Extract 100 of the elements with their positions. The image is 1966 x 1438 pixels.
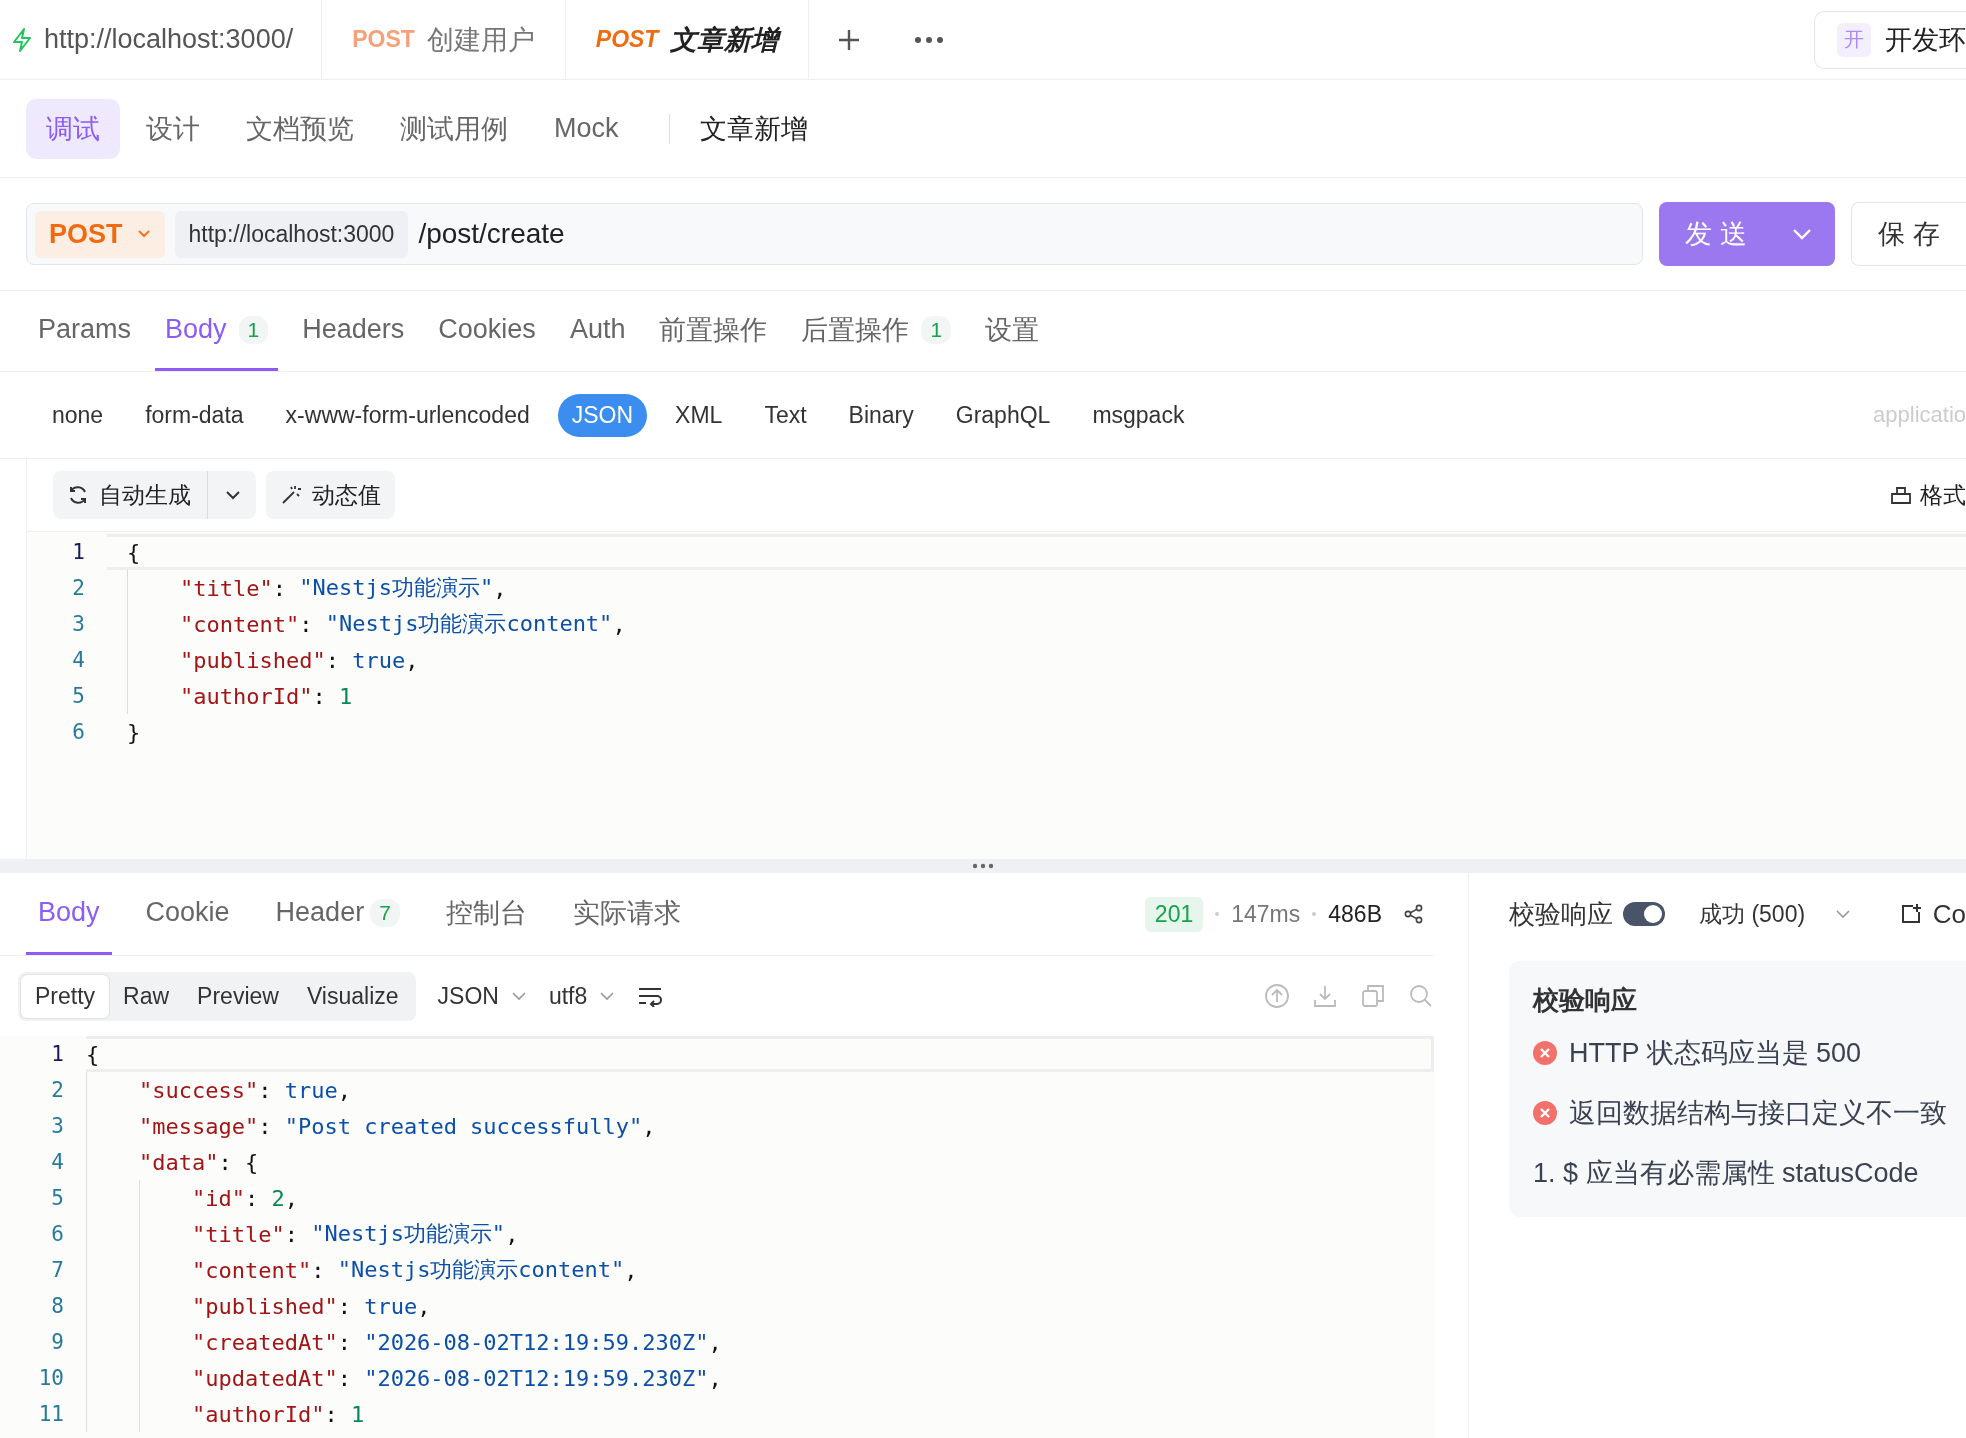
lightning-icon [12, 27, 32, 52]
view-mode-tab[interactable]: Raw [109, 974, 184, 1018]
body-type-option[interactable]: GraphQL [941, 393, 1065, 437]
response-tab[interactable]: 实际请求 [560, 873, 693, 955]
tab-label: Body [165, 314, 227, 345]
copy-icon[interactable] [1360, 983, 1386, 1009]
view-tab[interactable]: 文档预览 [226, 98, 374, 159]
response-time: 147ms [1231, 900, 1301, 928]
code-line: "authorId": 1 [107, 678, 1966, 714]
tab-label: 实际请求 [572, 896, 681, 930]
line-number: 6 [71, 720, 86, 744]
validate-toggle[interactable] [1623, 902, 1665, 926]
code-line: "title": "Nestjs功能演示", [107, 570, 1966, 606]
status-code: 201 [1144, 896, 1204, 932]
result-dropdown[interactable]: 成功 (500) [1699, 898, 1806, 930]
view-tab[interactable]: 设计 [126, 98, 220, 159]
code-line: "authorId": 1 [86, 1396, 1434, 1432]
request-tab[interactable]: POST 文章新增 [565, 0, 810, 79]
tab-label: Header [275, 897, 365, 928]
response-size: 486B [1328, 900, 1382, 928]
caret-icon [1835, 909, 1852, 919]
error-icon [1533, 1041, 1557, 1065]
code-line: "content": "Nestjs功能演示content", [107, 606, 1966, 642]
line-number: 2 [50, 1078, 65, 1102]
view-mode-tab[interactable]: Preview [183, 974, 293, 1018]
view-tab[interactable]: 测试用例 [380, 98, 528, 159]
caret-icon [599, 991, 616, 1001]
environment-name: 开发环 [1885, 23, 1966, 57]
view-tab[interactable]: Mock [534, 101, 639, 156]
count-badge: 1 [921, 315, 952, 344]
response-tab[interactable]: 控制台 [433, 873, 539, 955]
save-button[interactable]: 保 存 [1851, 202, 1966, 266]
parameter-tab[interactable]: Body 1 [155, 291, 279, 371]
body-type-option[interactable]: XML [661, 393, 737, 437]
count-badge: 7 [370, 898, 400, 927]
auto-generate-button[interactable]: 自动生成 [53, 471, 256, 519]
button-label: 格式 [1920, 480, 1966, 510]
format-button[interactable]: 格式 [1890, 479, 1966, 511]
button-label: 自动生成 [99, 480, 191, 510]
view-tab[interactable]: 调试 [26, 98, 120, 159]
refresh-icon [67, 484, 89, 506]
line-number: 2 [71, 576, 86, 600]
url-field[interactable]: POST http://localhost:3000 /post/create [26, 203, 1644, 265]
response-tab[interactable]: Body [26, 873, 112, 955]
code-line: "createdAt": "2026-08-02T12:19:59.230Z", [86, 1324, 1434, 1360]
format-dropdown[interactable]: JSON [437, 982, 527, 1010]
download-icon[interactable] [1312, 983, 1338, 1009]
response-tab[interactable]: Cookie [133, 873, 242, 955]
code-line: "published": true, [107, 642, 1966, 678]
share-icon[interactable] [1404, 904, 1424, 924]
wrap-icon[interactable] [637, 985, 664, 1007]
search-icon[interactable] [1408, 983, 1434, 1009]
line-number: 4 [71, 648, 86, 672]
body-type-option[interactable]: none [38, 393, 118, 437]
tab-label: Params [38, 314, 132, 345]
caret-icon [224, 489, 242, 501]
environment-tab[interactable]: http://localhost:3000/ [0, 0, 323, 79]
tab-label: 后置操作 [801, 313, 910, 347]
card-title: 校验响应 [1533, 983, 1638, 1017]
tab-label: 创建用户 [426, 23, 535, 57]
code-line: { [107, 534, 1966, 570]
line-number: 1 [71, 540, 86, 564]
body-type-option[interactable]: x-www-form-urlencoded [271, 393, 544, 437]
line-number: 4 [50, 1150, 65, 1174]
validation-message: 返回数据结构与接口定义不一致 [1569, 1097, 1947, 1130]
parameter-tab[interactable]: 设置 [975, 291, 1050, 371]
response-tab[interactable]: Header 7 [263, 873, 412, 955]
body-type-option[interactable]: msgpack [1078, 393, 1199, 437]
tab-label: Body [38, 897, 100, 928]
code-line: { [86, 1036, 1434, 1072]
view-mode-tab[interactable]: Visualize [292, 974, 413, 1018]
magic-wand-icon [280, 484, 302, 506]
parameter-tab[interactable]: Params [28, 291, 142, 371]
body-type-option[interactable]: Text [750, 393, 821, 437]
parameter-tab[interactable]: 后置操作 1 [791, 291, 962, 371]
line-number: 11 [37, 1402, 65, 1426]
view-mode-tab[interactable]: Pretty [21, 974, 110, 1018]
url-path: /post/create [418, 218, 565, 250]
environment-selector[interactable]: 开 开发环 [1814, 10, 1966, 69]
body-type-option[interactable]: Binary [834, 393, 928, 437]
body-type-option[interactable]: form-data [131, 393, 258, 437]
encoding-dropdown[interactable]: utf8 [548, 982, 616, 1010]
upload-icon[interactable] [1264, 983, 1290, 1009]
parameter-tab[interactable]: 前置操作 [649, 291, 778, 371]
tab-label: 前置操作 [659, 313, 768, 347]
tab-label: Auth [569, 314, 626, 345]
tab-label: Headers [302, 314, 405, 345]
tab-label: Cookies [438, 314, 536, 345]
parameter-tab[interactable]: Auth [559, 291, 636, 371]
drag-handle-icon[interactable] [972, 863, 994, 869]
dynamic-value-button[interactable]: 动态值 [266, 471, 395, 519]
parameter-tab[interactable]: Cookies [428, 291, 546, 371]
request-tab[interactable]: POST 创建用户 [322, 0, 566, 79]
code-line: "title": "Nestjs功能演示", [86, 1216, 1434, 1252]
code-line: "content": "Nestjs功能演示content", [86, 1252, 1434, 1288]
parameter-tab[interactable]: Headers [292, 291, 415, 371]
line-number: 5 [50, 1186, 65, 1210]
caret-icon [136, 229, 151, 239]
line-number: 3 [50, 1114, 65, 1138]
button-label[interactable]: Co [1932, 898, 1966, 930]
